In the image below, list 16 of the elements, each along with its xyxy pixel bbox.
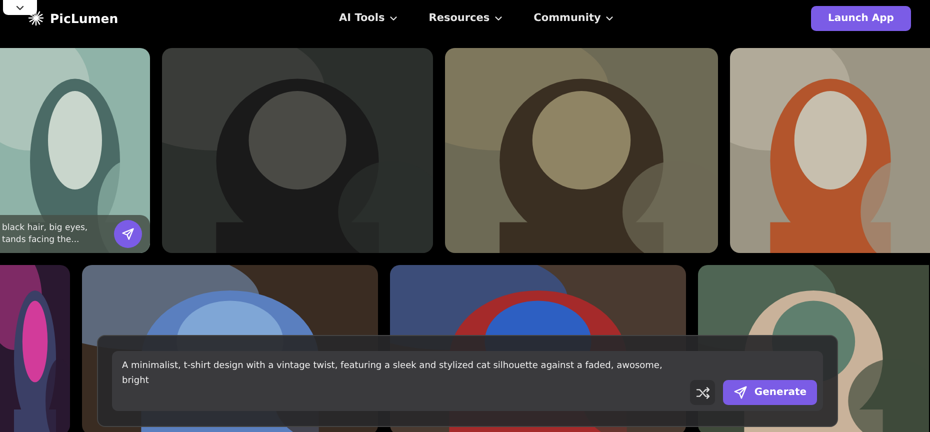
shuffle-button[interactable] xyxy=(690,380,715,405)
send-icon xyxy=(121,227,135,241)
nav-menu-item[interactable]: Resources xyxy=(424,10,508,26)
logo-text: PicLumen xyxy=(50,10,118,26)
send-icon xyxy=(733,385,748,400)
sparkle-logo-icon xyxy=(27,9,45,27)
nav-menu-item[interactable]: AI Tools xyxy=(335,10,403,26)
caption-text: tands facing the... xyxy=(2,235,80,245)
shuffle-icon xyxy=(694,384,710,400)
caption-text: black hair, big eyes, xyxy=(2,223,88,233)
generate-button[interactable]: Generate xyxy=(723,380,817,405)
nav-menu-item[interactable]: Community xyxy=(530,10,619,26)
launch-app-button[interactable]: Launch App xyxy=(811,6,911,30)
send-button[interactable] xyxy=(114,220,142,248)
prompt-field[interactable]: A minimalist, t-shirt design with a vintage twist, featuring a sleek and stylized cat silhouette against a faded, awosome, bright Generate xyxy=(112,351,823,411)
collapse-tab[interactable] xyxy=(3,0,37,15)
